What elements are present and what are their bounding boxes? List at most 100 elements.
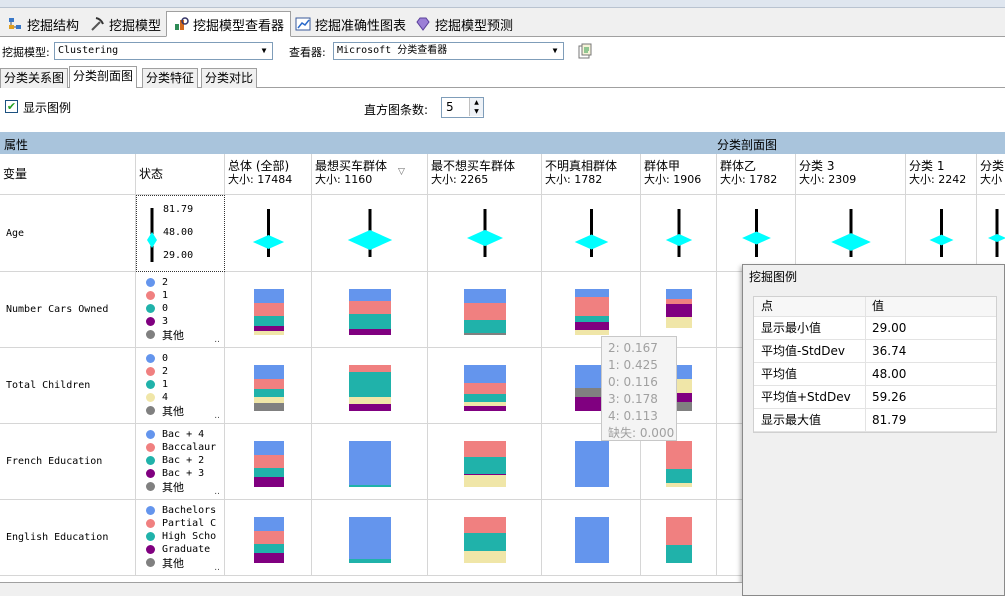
profile-cell[interactable] bbox=[428, 195, 542, 272]
profile-cell[interactable] bbox=[312, 348, 428, 424]
histogram-segment bbox=[253, 476, 284, 487]
cluster-profiles-header: 分类剖面图 bbox=[717, 138, 778, 152]
tab-mining-accuracy-chart[interactable]: 挖掘准确性图表 bbox=[288, 12, 413, 36]
table-row: 平均值-StdDev 36.74 bbox=[754, 340, 996, 363]
tab-cluster-diagram[interactable]: 分类关系图 bbox=[0, 68, 69, 88]
show-legend-checkbox[interactable]: ✔ bbox=[5, 100, 18, 113]
profile-cell[interactable] bbox=[428, 348, 542, 424]
histogram-segment bbox=[253, 454, 284, 468]
legend-col-value[interactable]: 值 bbox=[866, 297, 996, 316]
cluster-size: 大小: 17484 bbox=[228, 173, 293, 186]
chevron-down-icon: ▼ bbox=[261, 46, 267, 55]
tab-mining-model-viewer[interactable]: 挖掘模型查看器 bbox=[166, 11, 292, 37]
profile-cell[interactable] bbox=[428, 500, 542, 576]
state-legend-cell[interactable]: 81.79 48.00 29.00 bbox=[136, 195, 225, 272]
cluster-column-header[interactable]: 最想买车群体 大小: 1160 ▽ bbox=[312, 154, 428, 195]
cluster-column-header[interactable]: 群体乙 大小: 1782 bbox=[717, 154, 796, 195]
tab-cluster-characteristics[interactable]: 分类特征 bbox=[142, 68, 199, 88]
state-legend-cell[interactable]: 2 1 0 3 其他.. bbox=[136, 272, 225, 348]
profile-cell[interactable] bbox=[717, 195, 796, 272]
profile-cell[interactable] bbox=[312, 424, 428, 500]
profile-cell[interactable] bbox=[225, 195, 312, 272]
state-legend-item: Bachelors bbox=[146, 504, 224, 517]
cluster-column-header[interactable]: 不明真相群体 大小: 1782 bbox=[542, 154, 641, 195]
tab-mining-models[interactable]: 挖掘模型 bbox=[82, 12, 168, 36]
profile-cell[interactable] bbox=[225, 272, 312, 348]
profile-cell[interactable] bbox=[225, 500, 312, 576]
copy-icon[interactable] bbox=[577, 43, 593, 59]
profile-cell[interactable] bbox=[225, 424, 312, 500]
age-distribution-glyph bbox=[988, 209, 1005, 257]
cluster-size: 大小: 1782 bbox=[720, 173, 778, 186]
cluster-column-header[interactable]: 分类 3 大小: 2309 bbox=[796, 154, 906, 195]
viewer-icon bbox=[173, 16, 189, 32]
mining-legend-window[interactable]: 挖掘图例 点 值 显示最小值 29.00 平均值-StdDev 36.74 平均值 4… bbox=[742, 264, 1005, 596]
state-color-swatch bbox=[146, 532, 155, 541]
profile-cell[interactable] bbox=[641, 500, 717, 576]
cluster-column-header[interactable]: 分类 1 大小: 2242 bbox=[906, 154, 977, 195]
mining-model-dropdown[interactable]: Clustering ▼ bbox=[54, 42, 273, 60]
profile-cell[interactable] bbox=[312, 195, 428, 272]
age-min-label: 29.00 bbox=[163, 250, 194, 261]
tab-cluster-discrimination[interactable]: 分类对比 bbox=[201, 68, 258, 88]
cluster-name: 最不想买车群体 bbox=[431, 159, 516, 173]
legend-col-point[interactable]: 点 bbox=[754, 297, 866, 316]
profile-cell[interactable] bbox=[977, 195, 1005, 272]
tab-mining-structure[interactable]: 挖掘结构 bbox=[0, 12, 86, 36]
variable-name[interactable]: English Education bbox=[0, 500, 136, 576]
profile-cell[interactable] bbox=[796, 195, 906, 272]
profile-cell[interactable] bbox=[428, 272, 542, 348]
variable-name[interactable]: Age bbox=[0, 195, 136, 272]
variable-name[interactable]: Total Children bbox=[0, 348, 136, 424]
variable-name[interactable]: French Education bbox=[0, 424, 136, 500]
more-states-indicator: .. bbox=[214, 487, 220, 497]
histogram-segment bbox=[349, 329, 391, 335]
attributes-header: 属性 bbox=[4, 138, 29, 152]
state-legend-item: 其他 bbox=[146, 328, 224, 342]
histogram-segment bbox=[349, 289, 391, 301]
state-label: 1 bbox=[162, 290, 169, 301]
spin-up-icon[interactable]: ▲ bbox=[469, 98, 483, 107]
cluster-column-header[interactable]: 总体 (全部) 大小: 17484 bbox=[225, 154, 312, 195]
variable-column-header[interactable]: 变量 bbox=[0, 154, 136, 195]
legend-value: 59.26 bbox=[872, 390, 907, 404]
tab-label: 挖掘模型查看器 bbox=[193, 18, 285, 34]
profile-cell[interactable] bbox=[225, 348, 312, 424]
legend-point: 平均值-StdDev bbox=[754, 340, 866, 362]
histogram-segment bbox=[349, 365, 391, 372]
profile-cell[interactable] bbox=[312, 500, 428, 576]
histogram-bars-spinner[interactable]: 5 ▲ ▼ bbox=[441, 97, 484, 118]
histogram-segment bbox=[464, 533, 506, 551]
state-legend-cell[interactable]: 0 2 1 4 其他.. bbox=[136, 348, 225, 424]
age-distribution-glyph bbox=[742, 209, 771, 257]
horizontal-scrollbar[interactable] bbox=[0, 582, 742, 596]
profile-cell[interactable] bbox=[312, 272, 428, 348]
sort-filter-icon[interactable]: ▽ bbox=[398, 166, 405, 179]
state-label: Bachelors bbox=[162, 505, 217, 516]
profile-cell[interactable] bbox=[641, 195, 717, 272]
profile-cell[interactable] bbox=[542, 500, 641, 576]
profile-cell[interactable] bbox=[428, 424, 542, 500]
table-row: 显示最大值 81.79 bbox=[754, 409, 996, 432]
cluster-column-header[interactable]: 群体甲 大小: 1906 bbox=[641, 154, 717, 195]
state-color-swatch bbox=[146, 443, 155, 452]
state-column-header[interactable]: 状态 bbox=[136, 154, 225, 195]
viewer-dropdown[interactable]: Microsoft 分类查看器 ▼ bbox=[333, 42, 564, 60]
cluster-column-header[interactable]: 最不想买车群体 大小: 2265 bbox=[428, 154, 542, 195]
variable-name[interactable]: Number Cars Owned bbox=[0, 272, 136, 348]
histogram-segment bbox=[464, 320, 506, 334]
histogram-segment bbox=[464, 550, 506, 563]
tab-mining-model-prediction[interactable]: 挖掘模型预测 bbox=[408, 12, 520, 36]
profile-cell[interactable] bbox=[906, 195, 977, 272]
cluster-name: 群体甲 bbox=[644, 159, 681, 173]
histogram-segment bbox=[253, 467, 284, 477]
tab-cluster-profiles[interactable]: 分类剖面图 bbox=[69, 66, 138, 88]
histogram-segment bbox=[574, 517, 609, 563]
histogram-segment bbox=[464, 289, 506, 303]
profile-cell[interactable] bbox=[542, 195, 641, 272]
cluster-column-header[interactable]: 分类 大小 bbox=[977, 154, 1005, 195]
state-legend-cell[interactable]: Bachelors Partial C High Scho Graduate 其他.. bbox=[136, 500, 225, 576]
state-legend-cell[interactable]: Bac + 4 Baccalaur Bac + 2 Bac + 3 其他.. bbox=[136, 424, 225, 500]
spin-down-icon[interactable]: ▼ bbox=[469, 107, 483, 116]
state-legend-item: 2 bbox=[146, 276, 224, 289]
